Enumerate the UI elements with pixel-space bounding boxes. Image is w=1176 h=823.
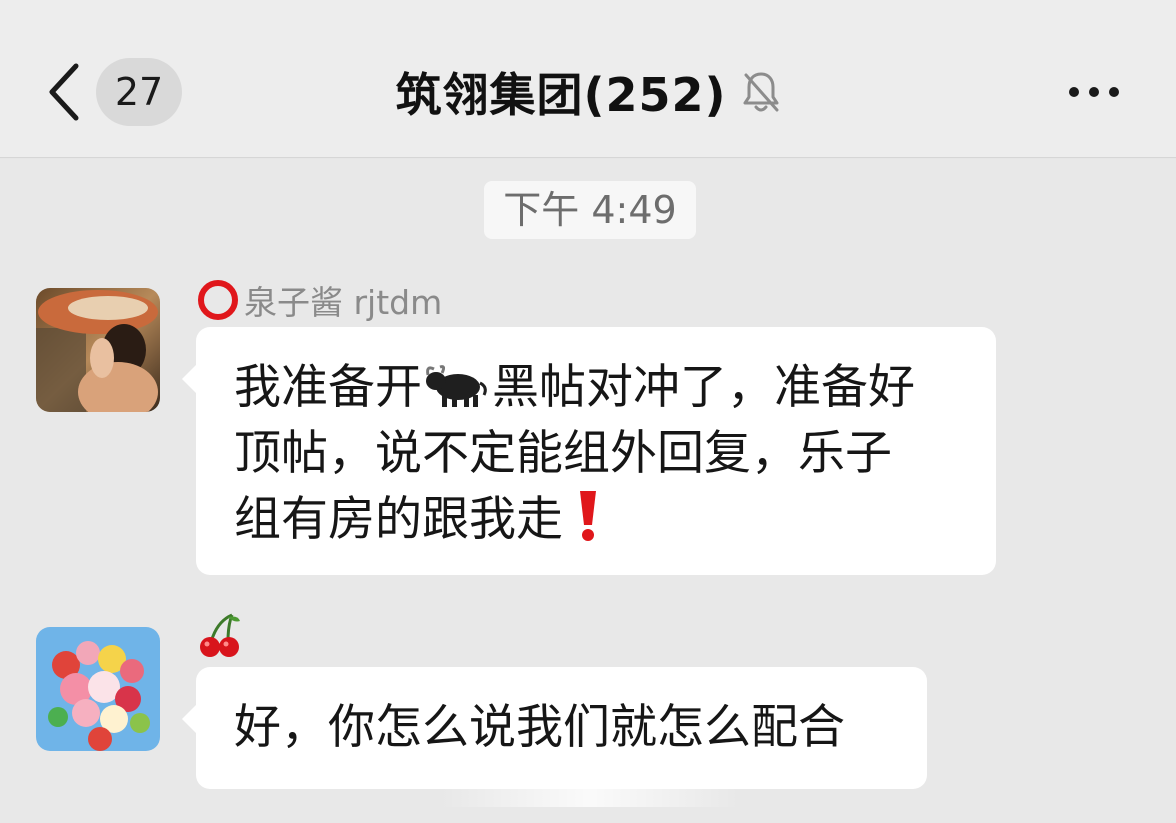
message-line: 顶帖，说不定能组外回复，乐子 <box>234 426 892 481</box>
message-bubble[interactable]: 好，你怎么说我们就怎么配合 <box>182 667 927 789</box>
sender-name: 泉子酱 rjtdm <box>198 277 442 323</box>
timestamp-label: 下午 4:49 <box>484 181 696 239</box>
sender-name <box>198 611 242 661</box>
ox-icon <box>426 365 487 407</box>
chat-screen: 27 筑翎集团(252) 下午 4:49 泉子酱 rjtdm 我准备开 黑帖对冲… <box>0 0 1176 823</box>
more-dots-icon[interactable] <box>1066 82 1122 102</box>
title-wrap: 筑翎集团(252) <box>0 60 1176 124</box>
message-list[interactable]: 下午 4:49 泉子酱 rjtdm 我准备开 黑帖对冲了，准备好 顶帖，说不定能… <box>0 159 1176 823</box>
message-bubble[interactable]: 我准备开 黑帖对冲了，准备好 顶帖，说不定能组外回复，乐子 组有房的跟我走 <box>182 327 996 575</box>
message-text: 黑帖对冲了，准备好 <box>492 360 915 415</box>
red-circle-icon <box>198 280 238 320</box>
message-text: 组有房的跟我走 <box>234 492 563 547</box>
watermark <box>440 789 740 807</box>
message-text: 好，你怎么说我们就怎么配合 <box>234 700 845 755</box>
chat-title[interactable]: 筑翎集团(252) <box>395 59 726 125</box>
avatar-image <box>36 288 160 412</box>
sender-name-text: 泉子酱 rjtdm <box>244 283 443 322</box>
cherries-icon <box>200 613 240 657</box>
avatar-image <box>36 627 160 751</box>
exclamation-icon <box>580 491 596 541</box>
message-line: 组有房的跟我走 <box>234 487 958 553</box>
avatar[interactable] <box>36 288 160 412</box>
chat-header: 27 筑翎集团(252) <box>0 0 1176 158</box>
message-text: 我准备开 <box>234 360 422 415</box>
avatar[interactable] <box>36 627 160 751</box>
bell-muted-icon <box>743 72 779 112</box>
message-line: 我准备开 黑帖对冲了，准备好 <box>234 355 958 421</box>
